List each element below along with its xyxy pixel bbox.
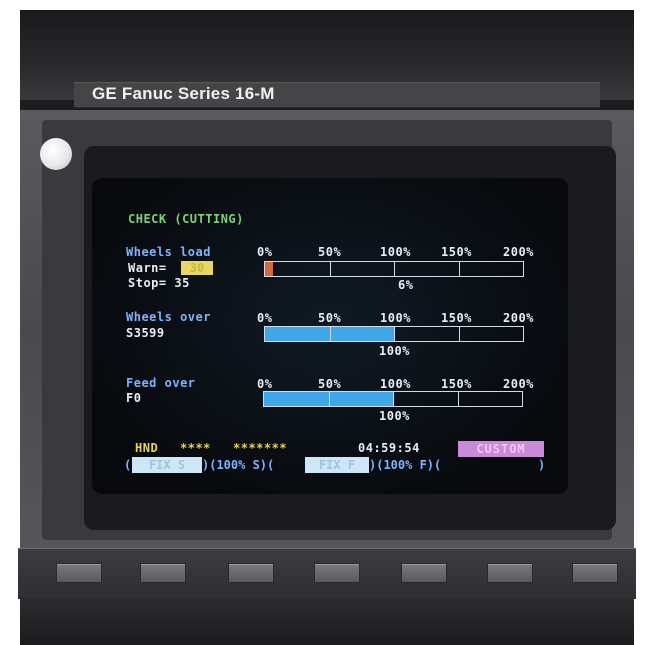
wheels-load-label: Wheels load: [126, 245, 211, 259]
power-lamp-icon: [40, 138, 72, 170]
softkey-bar: [18, 548, 636, 599]
spindle-override-text: )(100% S)(: [202, 458, 275, 472]
scale-tick-label: 200%: [503, 245, 534, 259]
scale-tick-label: 150%: [441, 245, 472, 259]
bar-tick: [459, 327, 460, 341]
scale-tick-label: 50%: [318, 245, 342, 259]
stop-label: Stop= 35: [128, 276, 190, 290]
menu-bracket: ): [538, 458, 546, 472]
scale-tick-label: 200%: [503, 377, 534, 391]
wheels-load-bar-fill: [265, 262, 273, 276]
scale-tick-label: 0%: [257, 245, 273, 259]
custom-softkey[interactable]: CUSTOM: [458, 441, 544, 457]
bar-tick: [393, 392, 394, 406]
scale-tick-label: 0%: [257, 377, 273, 391]
scale-tick-label: 150%: [441, 377, 472, 391]
mode-indicator: HND: [135, 441, 159, 455]
scale-tick-label: 50%: [318, 377, 342, 391]
status-stars-long: *******: [233, 441, 288, 455]
bar-tick: [394, 262, 395, 276]
bar-tick: [459, 262, 460, 276]
bar-tick: [330, 262, 331, 276]
scale-tick-label: 50%: [318, 311, 342, 325]
feed-over-bar: [263, 391, 523, 407]
scale-tick-label: 100%: [380, 377, 411, 391]
feed-over-value: 100%: [379, 409, 410, 423]
warn-label: Warn=: [128, 261, 167, 275]
wheels-load-value: 6%: [398, 278, 414, 292]
wheels-over-label: Wheels over: [126, 310, 211, 324]
softkey-1[interactable]: [140, 563, 186, 583]
fix-f-button[interactable]: FIX F: [305, 457, 369, 473]
scale-tick-label: 0%: [257, 311, 273, 325]
feed-code: F0: [126, 391, 142, 405]
wheels-load-bar: [264, 261, 524, 277]
menu-bracket: (: [124, 458, 132, 472]
spindle-code: S3599: [126, 326, 165, 340]
scale-tick-label: 100%: [380, 311, 411, 325]
wheels-over-value: 100%: [379, 344, 410, 358]
softkey-5[interactable]: [487, 563, 533, 583]
softkey-2[interactable]: [228, 563, 274, 583]
bar-tick: [394, 327, 395, 341]
bar-tick: [329, 392, 330, 406]
feed-over-label: Feed over: [126, 376, 196, 390]
bottom-band: [20, 598, 634, 645]
screen-title: CHECK (CUTTING): [128, 212, 244, 226]
scale-tick-label: 100%: [380, 245, 411, 259]
nameplate: GE Fanuc Series 16-M: [74, 82, 600, 108]
clock-time: 04:59:54: [358, 441, 420, 455]
status-stars-short: ****: [180, 441, 211, 455]
brand-label: GE Fanuc Series 16-M: [92, 84, 275, 103]
softkey-menu: ( FIX S )(100% S)( FIX F )(100% F)( ): [0, 457, 647, 473]
feed-override-text: )(100% F)(: [369, 458, 442, 472]
softkey-right-arrow[interactable]: [572, 563, 618, 583]
softkey-4[interactable]: [401, 563, 447, 583]
bar-tick: [458, 392, 459, 406]
fix-s-button[interactable]: FIX S: [132, 457, 202, 473]
softkey-left-arrow[interactable]: [56, 563, 102, 583]
scale-tick-label: 200%: [503, 311, 534, 325]
warn-value-field[interactable]: 30: [181, 261, 213, 275]
wheels-over-bar: [264, 326, 524, 342]
bar-tick: [330, 327, 331, 341]
scale-tick-label: 150%: [441, 311, 472, 325]
softkey-3[interactable]: [314, 563, 360, 583]
